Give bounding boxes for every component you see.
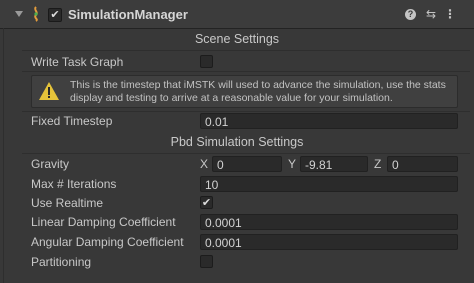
- linear-damping-label: Linear Damping Coefficient: [31, 215, 176, 229]
- gravity-z-field[interactable]: 0: [387, 156, 458, 172]
- max-iterations-label: Max # Iterations: [31, 177, 117, 191]
- gravity-y-label[interactable]: Y: [288, 157, 296, 171]
- gravity-z-label[interactable]: Z: [374, 157, 381, 171]
- foldout-arrow-icon[interactable]: [15, 11, 23, 17]
- partitioning-label: Partitioning: [31, 255, 92, 269]
- script-icon: [34, 6, 38, 22]
- write-task-graph-checkbox[interactable]: [200, 55, 213, 68]
- linear-damping-field[interactable]: 0.0001: [200, 214, 458, 230]
- fixed-timestep-field[interactable]: 0.01: [200, 113, 458, 129]
- use-realtime-label: Use Realtime: [31, 196, 104, 210]
- help-icon[interactable]: ?: [405, 9, 416, 20]
- angular-damping-label: Angular Damping Coefficient: [31, 235, 184, 249]
- divider: [22, 71, 470, 72]
- timestep-help-box: This is the timestep that iMSTK will use…: [31, 75, 458, 108]
- component-header: ✔ SimulationManager ? ⇆ ⋮: [0, 0, 474, 29]
- context-menu-icon[interactable]: ⋮: [443, 7, 457, 21]
- angular-damping-field[interactable]: 0.0001: [200, 234, 458, 250]
- gravity-x-field[interactable]: 0: [212, 156, 282, 172]
- use-realtime-checkbox[interactable]: ✔: [200, 196, 213, 209]
- partitioning-checkbox[interactable]: [200, 255, 213, 268]
- warning-icon: [39, 82, 59, 100]
- divider: [22, 153, 470, 154]
- scene-settings-header: Scene Settings: [194, 32, 280, 46]
- component-enabled-checkbox[interactable]: ✔: [48, 8, 62, 22]
- divider: [22, 111, 470, 112]
- inspector-indent-line: [3, 28, 4, 283]
- timestep-help-text: This is the timestep that iMSTK will use…: [70, 79, 446, 104]
- write-task-graph-label: Write Task Graph: [31, 55, 124, 69]
- gravity-x-label[interactable]: X: [200, 157, 208, 171]
- pbd-settings-header: Pbd Simulation Settings: [170, 135, 304, 149]
- max-iterations-field[interactable]: 10: [200, 176, 458, 192]
- presets-icon[interactable]: ⇆: [424, 7, 438, 21]
- divider: [22, 50, 470, 51]
- fixed-timestep-label: Fixed Timestep: [31, 114, 113, 128]
- gravity-label: Gravity: [31, 157, 70, 171]
- component-title: SimulationManager: [68, 7, 188, 22]
- gravity-y-field[interactable]: -9.81: [300, 156, 368, 172]
